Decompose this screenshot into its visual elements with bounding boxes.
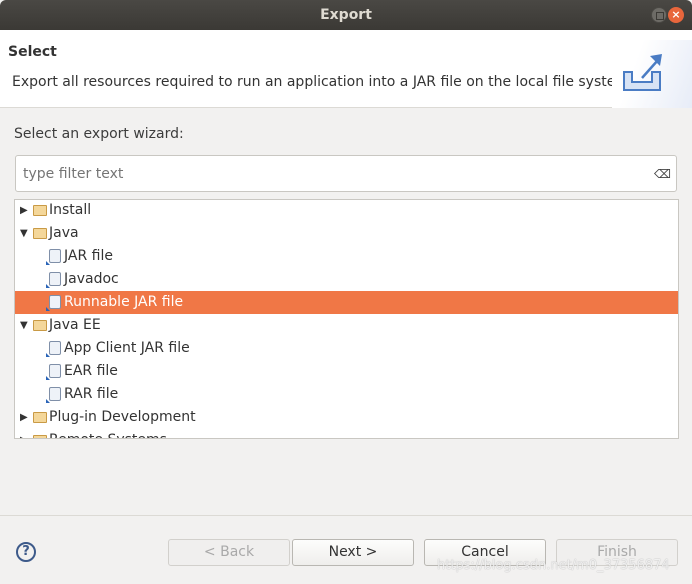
folder-icon <box>33 205 47 216</box>
maximize-button[interactable] <box>651 7 667 23</box>
tree-item-label: Java EE <box>49 317 101 333</box>
window-title: Export <box>320 7 372 23</box>
tree-item-label: JAR file <box>64 248 113 264</box>
help-icon[interactable]: ? <box>16 542 36 562</box>
expand-right-icon[interactable]: ▶ <box>20 406 28 429</box>
close-button[interactable]: × <box>668 7 684 23</box>
page-title: Select <box>8 44 57 60</box>
wizard-icon <box>46 364 61 380</box>
title-bar: Export × <box>0 0 692 30</box>
tree-item-label: App Client JAR file <box>64 340 190 356</box>
tree-item[interactable]: JAR file <box>15 245 678 268</box>
tree-item[interactable]: Javadoc <box>15 268 678 291</box>
wizard-icon <box>46 387 61 403</box>
divider <box>0 515 692 516</box>
folder-icon <box>33 435 47 438</box>
page-description: Export all resources required to run an … <box>12 74 634 90</box>
expand-right-icon[interactable]: ▶ <box>20 200 28 222</box>
folder-icon <box>33 228 47 239</box>
tree-item-label: Remote Systems <box>49 429 167 438</box>
expand-right-icon[interactable]: ▶ <box>20 429 28 438</box>
expand-down-icon[interactable]: ▼ <box>20 314 28 337</box>
folder-icon <box>33 320 47 331</box>
tree-item-label: Runnable JAR file <box>64 294 184 310</box>
wizard-header: Select Export all resources required to … <box>0 30 692 108</box>
wizard-label: Select an export wizard: <box>14 126 184 142</box>
tree-item[interactable]: EAR file <box>15 360 678 383</box>
tree-item[interactable]: ▼ Java <box>15 222 678 245</box>
tree-item[interactable]: ▶ Plug-in Development <box>15 406 678 429</box>
tree-item[interactable]: RAR file <box>15 383 678 406</box>
wizard-tree[interactable]: ▶ Install ▼ Java JAR file Javadoc Runnable JAR… <box>14 199 679 439</box>
watermark: https://blog.csdn.net/m0_37356874 <box>437 558 670 573</box>
wizard-icon <box>46 295 61 311</box>
wizard-icon <box>46 272 61 288</box>
tree-item[interactable]: App Client JAR file <box>15 337 678 360</box>
wizard-icon <box>46 341 61 357</box>
back-button[interactable]: < Back <box>168 539 290 566</box>
tree-item-label: RAR file <box>64 386 119 402</box>
expand-down-icon[interactable]: ▼ <box>20 222 28 245</box>
tree-item-label: Java <box>49 225 79 241</box>
tree-item[interactable]: ▶ Install <box>15 200 678 222</box>
export-icon <box>612 40 692 108</box>
wizard-icon <box>46 249 61 265</box>
filter-input[interactable] <box>15 155 677 192</box>
next-button[interactable]: Next > <box>292 539 414 566</box>
clear-filter-icon[interactable]: ⌫ <box>654 167 671 181</box>
tree-item[interactable]: ▶ Remote Systems <box>15 429 678 438</box>
tree-item-label: Plug-in Development <box>49 409 196 425</box>
tree-item[interactable]: ▼ Java EE <box>15 314 678 337</box>
tree-item-label: Javadoc <box>64 271 119 287</box>
folder-icon <box>33 412 47 423</box>
tree-item-label: EAR file <box>64 363 118 379</box>
tree-item[interactable]: Runnable JAR file <box>15 291 678 314</box>
tree-item-label: Install <box>49 202 92 218</box>
